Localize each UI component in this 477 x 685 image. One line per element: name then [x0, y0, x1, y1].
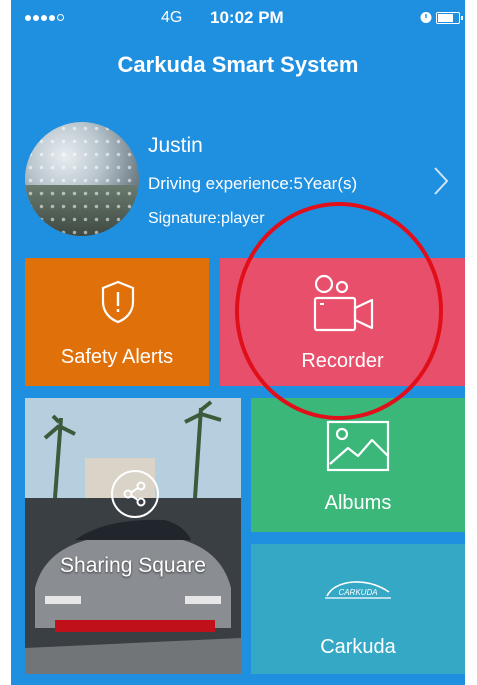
- chevron-right-icon[interactable]: [433, 166, 449, 196]
- safety-alerts-label: Safety Alerts: [60, 346, 174, 368]
- car-photo: [25, 398, 241, 674]
- status-bar: 4G 10:02 PM: [11, 0, 465, 36]
- avatar[interactable]: [25, 122, 139, 236]
- sharing-square-tile[interactable]: Sharing Square: [25, 398, 241, 674]
- app-screen: 4G 10:02 PM Carkuda Smart System Justin …: [11, 0, 465, 685]
- app-title: Carkuda Smart System: [117, 52, 359, 77]
- driving-experience: Driving experience:5Year(s): [148, 174, 358, 193]
- status-time: 10:02 PM: [210, 8, 284, 27]
- user-name: Justin: [148, 134, 203, 157]
- alarm-icon: [420, 12, 432, 23]
- carkuda-label: Carkuda: [320, 636, 396, 658]
- signal-dots-icon: [25, 14, 64, 21]
- albums-tile[interactable]: Albums: [251, 398, 465, 532]
- safety-alerts-tile[interactable]: Safety Alerts: [25, 258, 209, 386]
- signature: Signature:player: [148, 210, 265, 227]
- carkuda-logo-text: CARKUDA: [338, 588, 377, 597]
- sharing-square-label: Sharing Square: [60, 554, 206, 577]
- carrier-label: 4G: [161, 9, 183, 26]
- carkuda-tile[interactable]: CARKUDA Carkuda: [251, 544, 465, 674]
- recorder-label: Recorder: [301, 350, 384, 372]
- video-camera-icon: [313, 274, 374, 332]
- battery-icon: [436, 12, 463, 24]
- carkuda-logo: CARKUDA: [325, 581, 391, 599]
- share-icon: [123, 481, 146, 507]
- recorder-tile[interactable]: Recorder: [220, 258, 465, 386]
- shield-alert-icon: [101, 280, 135, 324]
- albums-label: Albums: [324, 492, 392, 514]
- profile-card[interactable]: Justin Driving experience:5Year(s) Signa…: [11, 110, 465, 250]
- image-icon: [326, 420, 390, 472]
- share-icon-circle: [111, 470, 159, 518]
